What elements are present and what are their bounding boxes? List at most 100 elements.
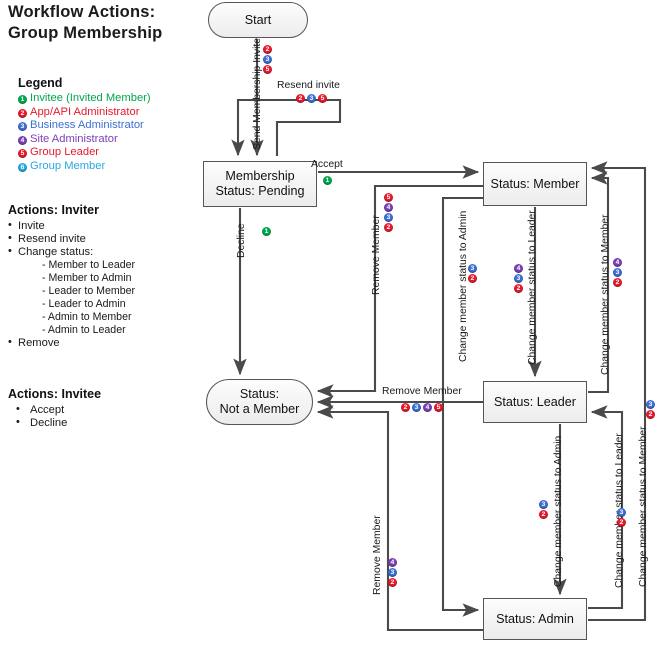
edge-badges-resend-invite: 2 3 5 xyxy=(296,94,327,103)
badge-3: 3 xyxy=(613,268,622,277)
legend-item-business-administrator: 3 Business Administrator xyxy=(18,119,183,133)
badge-4: 4 xyxy=(384,203,393,212)
edge-badges-remove-member-mid: 2 3 4 5 xyxy=(401,403,443,412)
legend-item-invitee: 1 Invitee (Invited Member) xyxy=(18,92,183,106)
node-start-label: Start xyxy=(244,12,272,27)
actions-inviter-heading: Actions: Inviter xyxy=(8,203,99,217)
legend-item-label: Group Leader xyxy=(30,146,100,159)
badge-2: 2 xyxy=(468,274,477,283)
legend: Legend 1 Invitee (Invited Member) 2 App/AP… xyxy=(18,76,183,174)
edge-badges-send-invite: 2 3 5 xyxy=(263,45,272,74)
actions-invitee: Actions: Invitee Accept Decline xyxy=(8,387,198,430)
action-item: Resend invite xyxy=(8,232,198,246)
badge-3: 3 xyxy=(307,94,316,103)
edge-badges-leader-to-admin: 3 2 xyxy=(539,500,548,519)
edge-badges-member-to-leader: 4 3 2 xyxy=(514,264,523,293)
edge-label-member-to-admin: Change member status to Admin xyxy=(458,210,469,362)
badge-2: 2 xyxy=(296,94,305,103)
badge-5: 5 xyxy=(318,94,327,103)
badge-2: 2 xyxy=(646,410,655,419)
edge-label-remove-member-bottom: Remove Member xyxy=(372,515,383,595)
badge-2: 2 xyxy=(514,284,523,293)
node-membership-pending[interactable]: Membership Status: Pending xyxy=(203,161,317,207)
badge-2: 2 xyxy=(388,578,397,587)
edge-label-send-invite: Send Membership Invite xyxy=(252,37,263,150)
badge-3: 3 xyxy=(468,264,477,273)
actions-invitee-heading: Actions: Invitee xyxy=(8,387,102,401)
badge-2: 2 xyxy=(263,45,272,54)
action-item: Change status: xyxy=(8,245,198,259)
node-start[interactable]: Start xyxy=(208,2,308,38)
edge-label-remove-member-top: Remove Member xyxy=(371,215,382,295)
badge-2: 2 xyxy=(539,510,548,519)
node-status-not-a-member[interactable]: Status: Not a Member xyxy=(206,379,313,425)
badge-1: 1 xyxy=(323,176,332,185)
action-item: Accept xyxy=(8,403,198,417)
action-item: Decline xyxy=(8,416,198,430)
action-sub-item: - Admin to Member xyxy=(42,311,132,323)
action-item: Remove xyxy=(8,336,198,350)
edge-label-admin-to-member: Change member status to Member xyxy=(638,426,649,587)
edge-label-decline: Decline xyxy=(236,223,247,258)
edge-badges-leader-to-member: 4 3 2 xyxy=(613,258,622,287)
badge-4: 4 xyxy=(388,558,397,567)
edge-badges-admin-to-leader: 3 2 xyxy=(617,508,626,527)
edge-label-member-to-leader: Change member status to Leader xyxy=(527,210,538,365)
badge-4: 4 xyxy=(18,135,27,145)
badge-5: 5 xyxy=(263,65,272,74)
legend-item-site-administrator: 4 Site Administrator xyxy=(18,133,183,147)
badge-3: 3 xyxy=(412,403,421,412)
legend-item-label: Business Administrator xyxy=(30,119,144,132)
badge-6: 6 xyxy=(18,162,27,172)
badge-5: 5 xyxy=(18,149,27,159)
node-status-leader[interactable]: Status: Leader xyxy=(483,381,587,423)
badge-3: 3 xyxy=(263,55,272,64)
badge-3: 3 xyxy=(384,213,393,222)
edge-badges-remove-member-top: 5 4 3 2 xyxy=(384,193,393,232)
action-item: Invite xyxy=(8,219,198,233)
edge-label-remove-member-mid: Remove Member xyxy=(382,386,462,397)
action-sub-item: - Member to Admin xyxy=(42,272,132,284)
edge-badges-decline: 1 xyxy=(262,227,271,236)
edge-badges-accept: 1 xyxy=(323,176,332,185)
badge-2: 2 xyxy=(617,518,626,527)
node-member-label: Status: Member xyxy=(490,176,580,191)
edge-label-accept: Accept xyxy=(311,159,343,170)
edge-badges-admin-to-member: 3 2 xyxy=(646,400,655,419)
badge-1: 1 xyxy=(262,227,271,236)
badge-5: 5 xyxy=(434,403,443,412)
badge-3: 3 xyxy=(18,122,27,132)
legend-heading: Legend xyxy=(18,76,63,90)
badge-4: 4 xyxy=(423,403,432,412)
node-status-member[interactable]: Status: Member xyxy=(483,162,587,206)
badge-5: 5 xyxy=(384,193,393,202)
legend-item-group-member: 6 Group Member xyxy=(18,160,183,174)
legend-item-group-leader: 5 Group Leader xyxy=(18,146,183,160)
diagram-canvas: Start Membership Status: Pending Status:… xyxy=(0,0,656,645)
edge-label-leader-to-admin: Change member status to Admin xyxy=(553,435,564,587)
legend-item-label: Invitee (Invited Member) xyxy=(30,92,151,104)
badge-3: 3 xyxy=(646,400,655,409)
action-sub-item: - Leader to Admin xyxy=(42,298,126,310)
actions-inviter: Actions: Inviter Invite Resend invite Ch… xyxy=(8,203,198,350)
badge-1: 1 xyxy=(18,95,27,104)
badge-2: 2 xyxy=(613,278,622,287)
action-sub-item: - Admin to Leader xyxy=(42,324,126,336)
badge-4: 4 xyxy=(613,258,622,267)
node-leader-label: Status: Leader xyxy=(494,394,576,409)
edge-label-leader-to-member: Change member status to Member xyxy=(600,214,611,375)
node-pending-label: Membership Status: Pending xyxy=(215,169,305,198)
legend-item-label: Site Administrator xyxy=(30,132,118,145)
node-not-member-label: Status: Not a Member xyxy=(219,387,300,416)
action-sub-item: - Leader to Member xyxy=(42,285,136,297)
edge-label-resend-invite: Resend invite xyxy=(277,80,340,91)
badge-2: 2 xyxy=(384,223,393,232)
badge-2: 2 xyxy=(18,108,27,118)
page-title: Workflow Actions: Group Membership xyxy=(8,3,163,42)
legend-item-app-api-administrator: 2 App/API Administrator xyxy=(18,106,183,120)
node-status-admin[interactable]: Status: Admin xyxy=(483,598,587,640)
action-sub-item: - Member to Leader xyxy=(42,259,136,271)
badge-4: 4 xyxy=(514,264,523,273)
badge-3: 3 xyxy=(617,508,626,517)
edge-badges-member-to-admin: 3 2 xyxy=(468,264,477,283)
